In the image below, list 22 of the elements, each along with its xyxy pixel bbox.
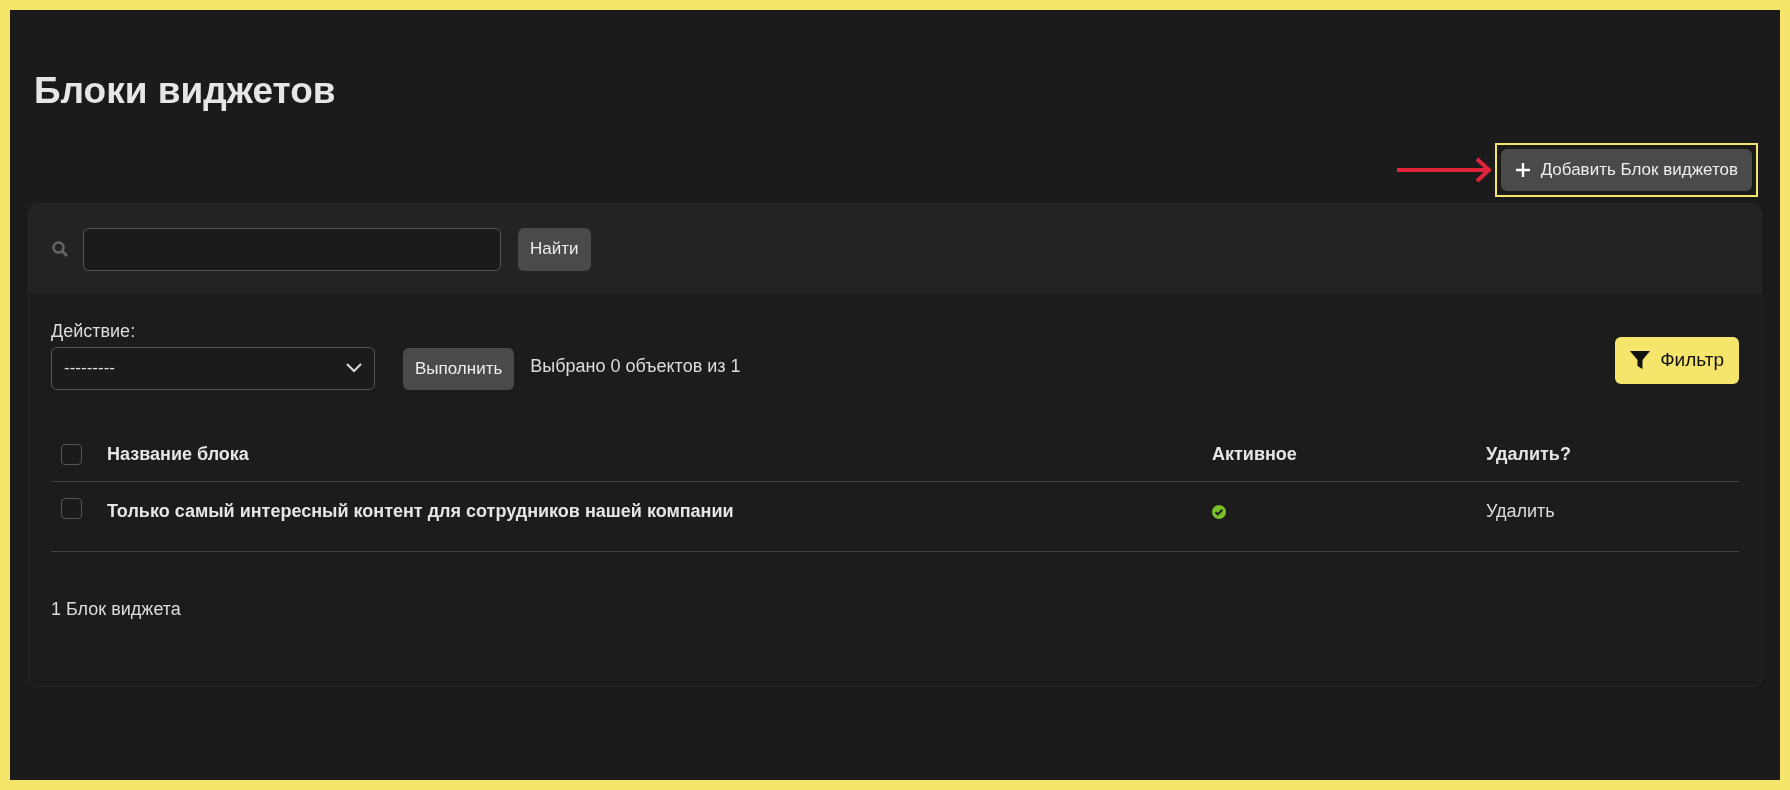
column-header: Название блока — [107, 442, 250, 466]
table-cell-text: Только самый интересный контент для сотрудников нашей компании — [107, 499, 735, 523]
run-button[interactable]: Выполнить — [403, 347, 515, 390]
add-block-button[interactable]: Добавить Блок виджетов — [1500, 149, 1752, 191]
chevron-down-icon — [346, 363, 362, 373]
result-count: 1 Блок виджета — [51, 597, 181, 621]
delete-link[interactable]: Удалить — [1486, 497, 1555, 525]
selection-counter: Выбрано 0 объектов из 1 — [530, 354, 741, 378]
filter-button[interactable]: Фильтр — [1615, 336, 1739, 384]
search-button[interactable]: Найти — [518, 227, 591, 271]
column-header: Активное — [1212, 442, 1298, 466]
row-checkbox[interactable] — [61, 497, 82, 519]
column-header: Удалить? — [1486, 442, 1571, 466]
action-label: Действие: — [51, 320, 137, 343]
page-title: Блоки виджетов — [34, 72, 336, 109]
plus-icon — [1514, 162, 1531, 178]
action-select[interactable]: --------- — [51, 346, 375, 390]
search-field[interactable] — [83, 227, 501, 271]
search-icon — [51, 240, 69, 258]
select-all-checkbox[interactable] — [61, 443, 82, 465]
select-value: --------- — [64, 357, 115, 380]
funnel-icon — [1630, 351, 1651, 369]
